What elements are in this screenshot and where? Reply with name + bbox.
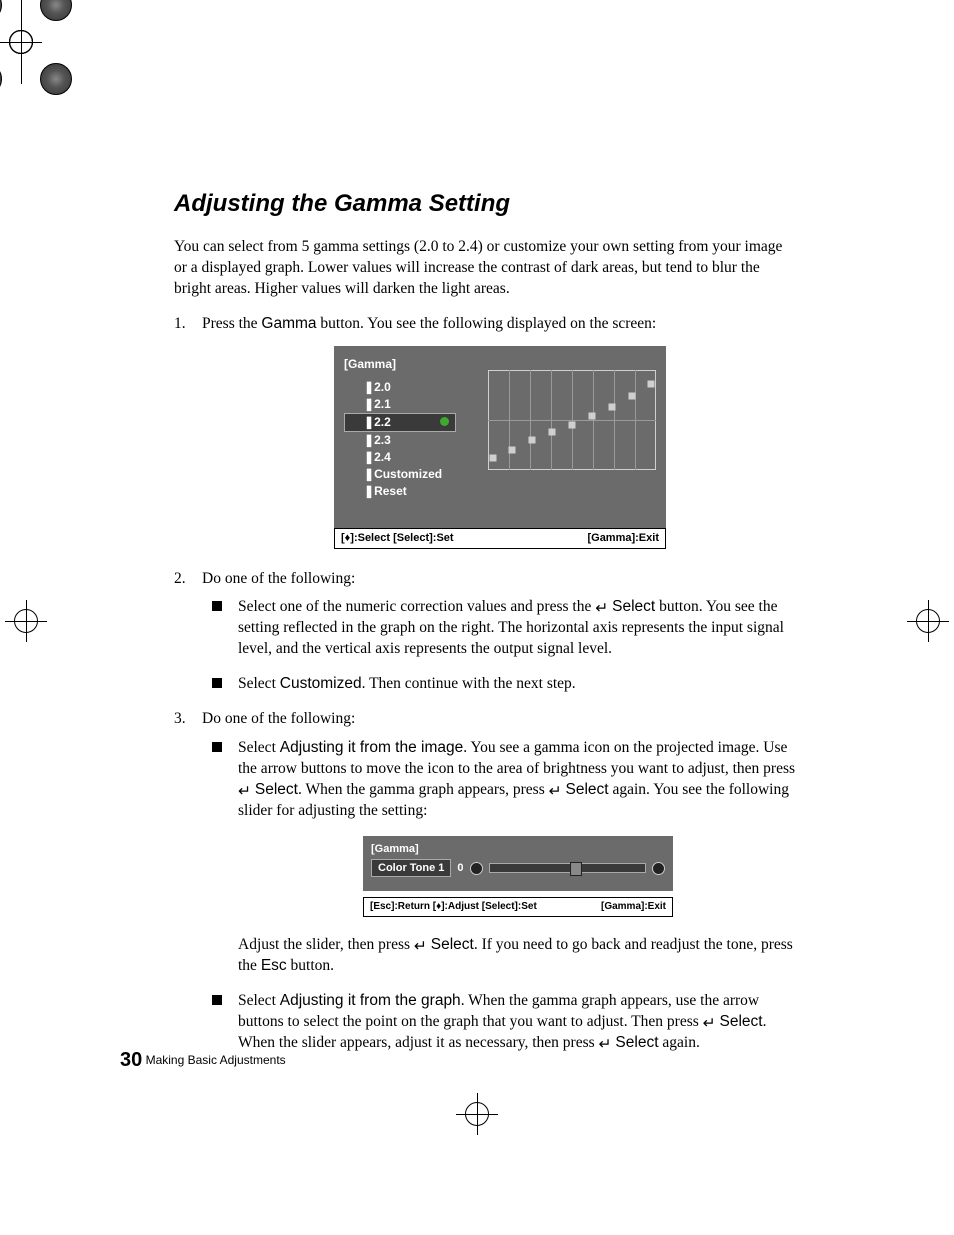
footer-section-title: Making Basic Adjustments (146, 1053, 286, 1067)
option-label-adjust-from-image: Adjusting it from the image (280, 739, 464, 756)
bullet-item: Select one of the numeric correction val… (202, 597, 798, 660)
enter-icon: ↵ (414, 937, 427, 958)
button-label-select: Select (431, 936, 474, 953)
button-label-select: Select (255, 781, 298, 798)
step-3: 3. Do one of the following: Select Adjus… (174, 709, 798, 1053)
osd-slider-label: Color Tone 1 (371, 859, 451, 878)
osd-menu-item: ❚2.1 (344, 396, 456, 413)
button-label-select: Select (720, 1013, 763, 1030)
osd-menu-item: ❚2.0 (344, 379, 456, 396)
osd-gamma-graph (488, 370, 656, 470)
registration-marks (907, 600, 949, 642)
step-1: 1. Press the Gamma button. You see the f… (174, 314, 798, 549)
button-label-select: Select (566, 781, 609, 798)
option-label-adjust-from-graph: Adjusting it from the graph (280, 992, 461, 1009)
text: Select (238, 992, 280, 1009)
osd-bar-left: [Esc]:Return [♦]:Adjust [Select]:Set (370, 900, 537, 914)
registration-marks (5, 600, 47, 642)
text: . Then continue with the next step. (362, 675, 576, 692)
enter-icon: ↵ (599, 1035, 612, 1056)
page-content: Adjusting the Gamma Setting You can sele… (174, 190, 798, 1068)
osd-title: [Gamma] (371, 842, 665, 857)
osd-bar-left: [♦]:Select [Select]:Set (341, 531, 454, 546)
osd-menu-item: ❚2.3 (344, 432, 456, 449)
osd-knob-icon (652, 862, 665, 875)
osd-menu: ❚2.0 ❚2.1 ❚2.2 ❚2.3 ❚2.4 ❚Customized ❚Re… (344, 379, 456, 500)
text: again. (659, 1034, 700, 1051)
text: Do one of the following: (202, 710, 355, 727)
enter-icon: ↵ (549, 782, 562, 803)
osd-slider-thumb (570, 862, 582, 876)
osd-menu-item-selected: ❚2.2 (344, 413, 456, 432)
text: Select one of the numeric correction val… (238, 598, 595, 615)
section-heading: Adjusting the Gamma Setting (174, 190, 798, 219)
osd-knob-icon (470, 862, 483, 875)
button-label-select: Select (612, 598, 655, 615)
osd-status-bar: [Esc]:Return [♦]:Adjust [Select]:Set [Ga… (363, 897, 673, 917)
text: Adjust the slider, then press ↵ Select. … (238, 935, 798, 977)
registration-marks (0, 0, 42, 84)
text: Select (238, 739, 280, 756)
osd-bar-right: [Gamma]:Exit (587, 531, 659, 546)
bullet-list: Select Adjusting it from the image. You … (202, 738, 798, 1053)
intro-paragraph: You can select from 5 gamma settings (2.… (174, 237, 798, 300)
instruction-list: 1. Press the Gamma button. You see the f… (174, 314, 798, 1054)
osd-menu-item: ❚Reset (344, 483, 456, 500)
text: Do one of the following: (202, 570, 355, 587)
page-footer: 30 Making Basic Adjustments (120, 1049, 286, 1072)
bullet-item: Select Adjusting it from the graph. When… (202, 991, 798, 1054)
osd-slider-value: 0 (457, 861, 463, 876)
osd-bar-right: [Gamma]:Exit (601, 900, 666, 914)
bullet-list: Select one of the numeric correction val… (202, 597, 798, 695)
gamma-osd-screenshot: [Gamma] ❚2.0 ❚2.1 ❚2.2 ❚2.3 ❚2.4 ❚Custom… (334, 346, 666, 548)
option-label-customized: Customized (280, 675, 362, 692)
text: button. You see the following displayed … (317, 315, 657, 332)
enter-icon: ↵ (703, 1014, 716, 1035)
osd-menu-item: ❚2.4 (344, 449, 456, 466)
text: Select (238, 675, 280, 692)
enter-icon: ↵ (595, 599, 608, 620)
enter-icon: ↵ (238, 782, 251, 803)
step-2: 2. Do one of the following: Select one o… (174, 569, 798, 696)
osd-slider-track (489, 863, 646, 873)
text: Press the (202, 315, 261, 332)
text: . When the gamma graph appears, press (298, 781, 549, 798)
registration-marks (456, 1093, 498, 1135)
button-label-select: Select (615, 1034, 658, 1051)
button-label-gamma: Gamma (261, 315, 316, 332)
osd-menu-item: ❚Customized (344, 466, 456, 483)
bullet-item: Select Adjusting it from the image. You … (202, 738, 798, 977)
osd-status-bar: [♦]:Select [Select]:Set [Gamma]:Exit (334, 528, 666, 549)
document-page: Adjusting the Gamma Setting You can sele… (0, 0, 954, 1235)
gamma-slider-osd-screenshot: [Gamma] Color Tone 1 0 [Esc (363, 836, 673, 917)
page-number: 30 (120, 1049, 142, 1071)
button-label-esc: Esc (261, 957, 287, 974)
bullet-item: Select Customized. Then continue with th… (202, 674, 798, 695)
